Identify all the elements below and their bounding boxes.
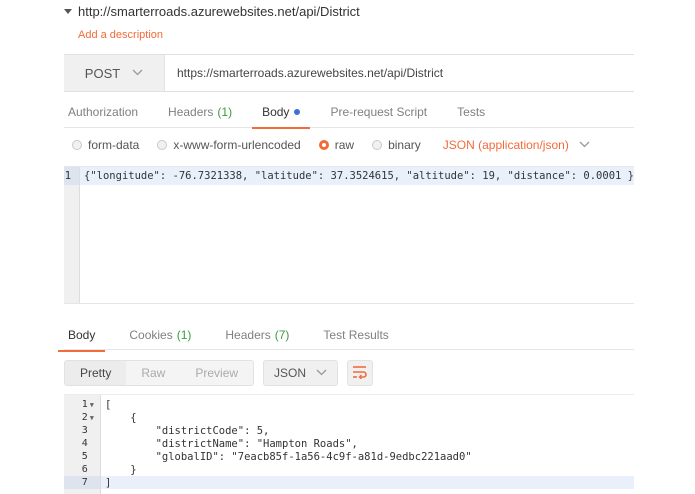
wrap-lines-button[interactable] <box>347 360 374 386</box>
line-number-text: 3 <box>81 425 88 436</box>
tab-tests[interactable]: Tests <box>453 96 489 128</box>
radio-raw[interactable]: raw <box>318 138 355 152</box>
line-number-gutter: 1▼ 2▼ 3▼ 4▼ 5▼ 6▼ 7▼ <box>64 395 101 494</box>
tab-label: Test Results <box>323 327 389 342</box>
code-line: "globalID": "7eacb85f-1a56-4c9f-a81d-9ed… <box>105 450 472 463</box>
line-number-text: 7 <box>81 477 88 488</box>
add-description-link[interactable]: Add a description <box>78 29 163 41</box>
tab-label: Cookies <box>129 327 173 342</box>
radio-circle-icon <box>372 140 383 150</box>
radio-form-data[interactable]: form-data <box>72 138 139 152</box>
line-number-text: 1 <box>81 399 88 410</box>
content-type-label: JSON (application/json) <box>442 138 569 152</box>
tab-response-body[interactable]: Body <box>57 319 106 352</box>
response-body-viewer[interactable]: 1▼ 2▼ 3▼ 4▼ 5▼ 6▼ 7▼ [ { "districtCode":… <box>64 394 634 494</box>
method-label: POST <box>84 65 121 81</box>
line-number: 3▼ <box>64 424 100 437</box>
fold-arrow-icon[interactable]: ▼ <box>90 401 94 409</box>
tab-headers[interactable]: Headers (1) <box>164 96 236 128</box>
url-input[interactable]: https://smarterroads.azurewebsites.net/a… <box>165 55 634 91</box>
line-number-text: 6 <box>81 464 88 475</box>
tab-response-cookies[interactable]: Cookies (1) <box>125 319 195 351</box>
chevron-down-icon <box>132 68 143 79</box>
tab-label: Body <box>262 104 290 119</box>
request-title-text: http://smarterroads.azurewebsites.net/ap… <box>78 4 360 19</box>
tab-label: Tests <box>457 104 486 119</box>
body-type-options: form-data x-www-form-urlencoded raw bina… <box>72 134 590 156</box>
tab-pre-request-script[interactable]: Pre-request Script <box>326 96 431 128</box>
tab-response-headers[interactable]: Headers (7) <box>221 319 293 351</box>
radio-circle-icon <box>72 140 82 150</box>
code-line: ] <box>101 476 634 489</box>
radio-label: x-www-form-urlencoded <box>173 138 301 152</box>
chevron-down-icon <box>579 140 590 151</box>
wrap-lines-icon <box>352 365 368 382</box>
response-code-area[interactable]: [ { "districtCode": 5, "districtName": "… <box>101 395 634 494</box>
line-number-text: 5 <box>81 451 88 462</box>
headers-count-badge: (1) <box>217 104 233 119</box>
fold-arrow-icon[interactable]: ▼ <box>90 414 94 422</box>
line-number-text: 2 <box>81 412 88 423</box>
line-number: 1 <box>64 167 80 185</box>
line-number-gutter: 1 <box>64 167 81 303</box>
code-line: [ <box>105 398 112 411</box>
line-number: 2 ▼ <box>64 411 100 424</box>
tab-body[interactable]: Body <box>252 96 311 129</box>
line-number: 1 ▼ <box>64 398 100 411</box>
radio-urlencoded[interactable]: x-www-form-urlencoded <box>157 138 301 152</box>
radio-selected-icon <box>318 140 329 150</box>
code-line: } <box>105 463 137 476</box>
tab-label: Body <box>68 327 96 342</box>
code-area[interactable]: {"longitude": -76.7321338, "latitude": 3… <box>80 167 634 303</box>
code-line: "districtName": "Hampton Roads", <box>105 437 358 450</box>
view-mode-toggle: Pretty Raw Preview <box>64 360 255 386</box>
response-toolbar: Pretty Raw Preview JSON <box>64 360 374 386</box>
cookies-count-badge: (1) <box>176 327 192 342</box>
tab-label: Headers <box>168 104 214 119</box>
chevron-down-icon <box>316 368 327 379</box>
line-number: 4▼ <box>64 437 100 450</box>
format-label: JSON <box>274 366 307 380</box>
radio-circle-icon <box>157 140 168 150</box>
request-title[interactable]: http://smarterroads.azurewebsites.net/ap… <box>64 4 360 19</box>
line-number: 5▼ <box>64 450 100 463</box>
method-select[interactable]: POST <box>64 55 165 91</box>
response-tabs: Body Cookies (1) Headers (7) Test Result… <box>57 319 634 352</box>
line-number: 6▼ <box>64 463 100 476</box>
code-line: {"longitude": -76.7321338, "latitude": 3… <box>80 167 634 185</box>
line-number-text: 4 <box>81 438 88 449</box>
url-bar: POST https://smarterroads.azurewebsites.… <box>64 54 634 92</box>
radio-label: binary <box>388 138 421 152</box>
preview-button[interactable]: Preview <box>180 361 253 385</box>
format-select[interactable]: JSON <box>263 360 339 386</box>
request-body-editor[interactable]: 1 {"longitude": -76.7321338, "latitude":… <box>64 166 634 304</box>
code-line: "districtCode": 5, <box>105 424 270 437</box>
tab-test-results[interactable]: Test Results <box>319 319 392 351</box>
tab-label: Authorization <box>68 104 139 119</box>
tab-label: Headers <box>225 327 271 342</box>
radio-label: raw <box>334 138 355 152</box>
pretty-button[interactable]: Pretty <box>65 361 127 385</box>
caret-down-icon[interactable] <box>64 9 72 14</box>
headers-count-badge: (7) <box>274 327 290 342</box>
radio-label: form-data <box>88 138 140 152</box>
content-type-select[interactable]: JSON (application/json) <box>443 138 590 152</box>
tab-authorization[interactable]: Authorization <box>64 96 142 128</box>
modified-dot-icon <box>294 108 301 115</box>
radio-binary[interactable]: binary <box>372 138 421 152</box>
raw-button[interactable]: Raw <box>126 361 180 385</box>
tab-label: Pre-request Script <box>330 104 428 119</box>
line-number: 7▼ <box>64 476 100 489</box>
request-tabs: Authorization Headers (1) Body Pre-reque… <box>64 96 634 129</box>
code-line: { <box>105 411 137 424</box>
